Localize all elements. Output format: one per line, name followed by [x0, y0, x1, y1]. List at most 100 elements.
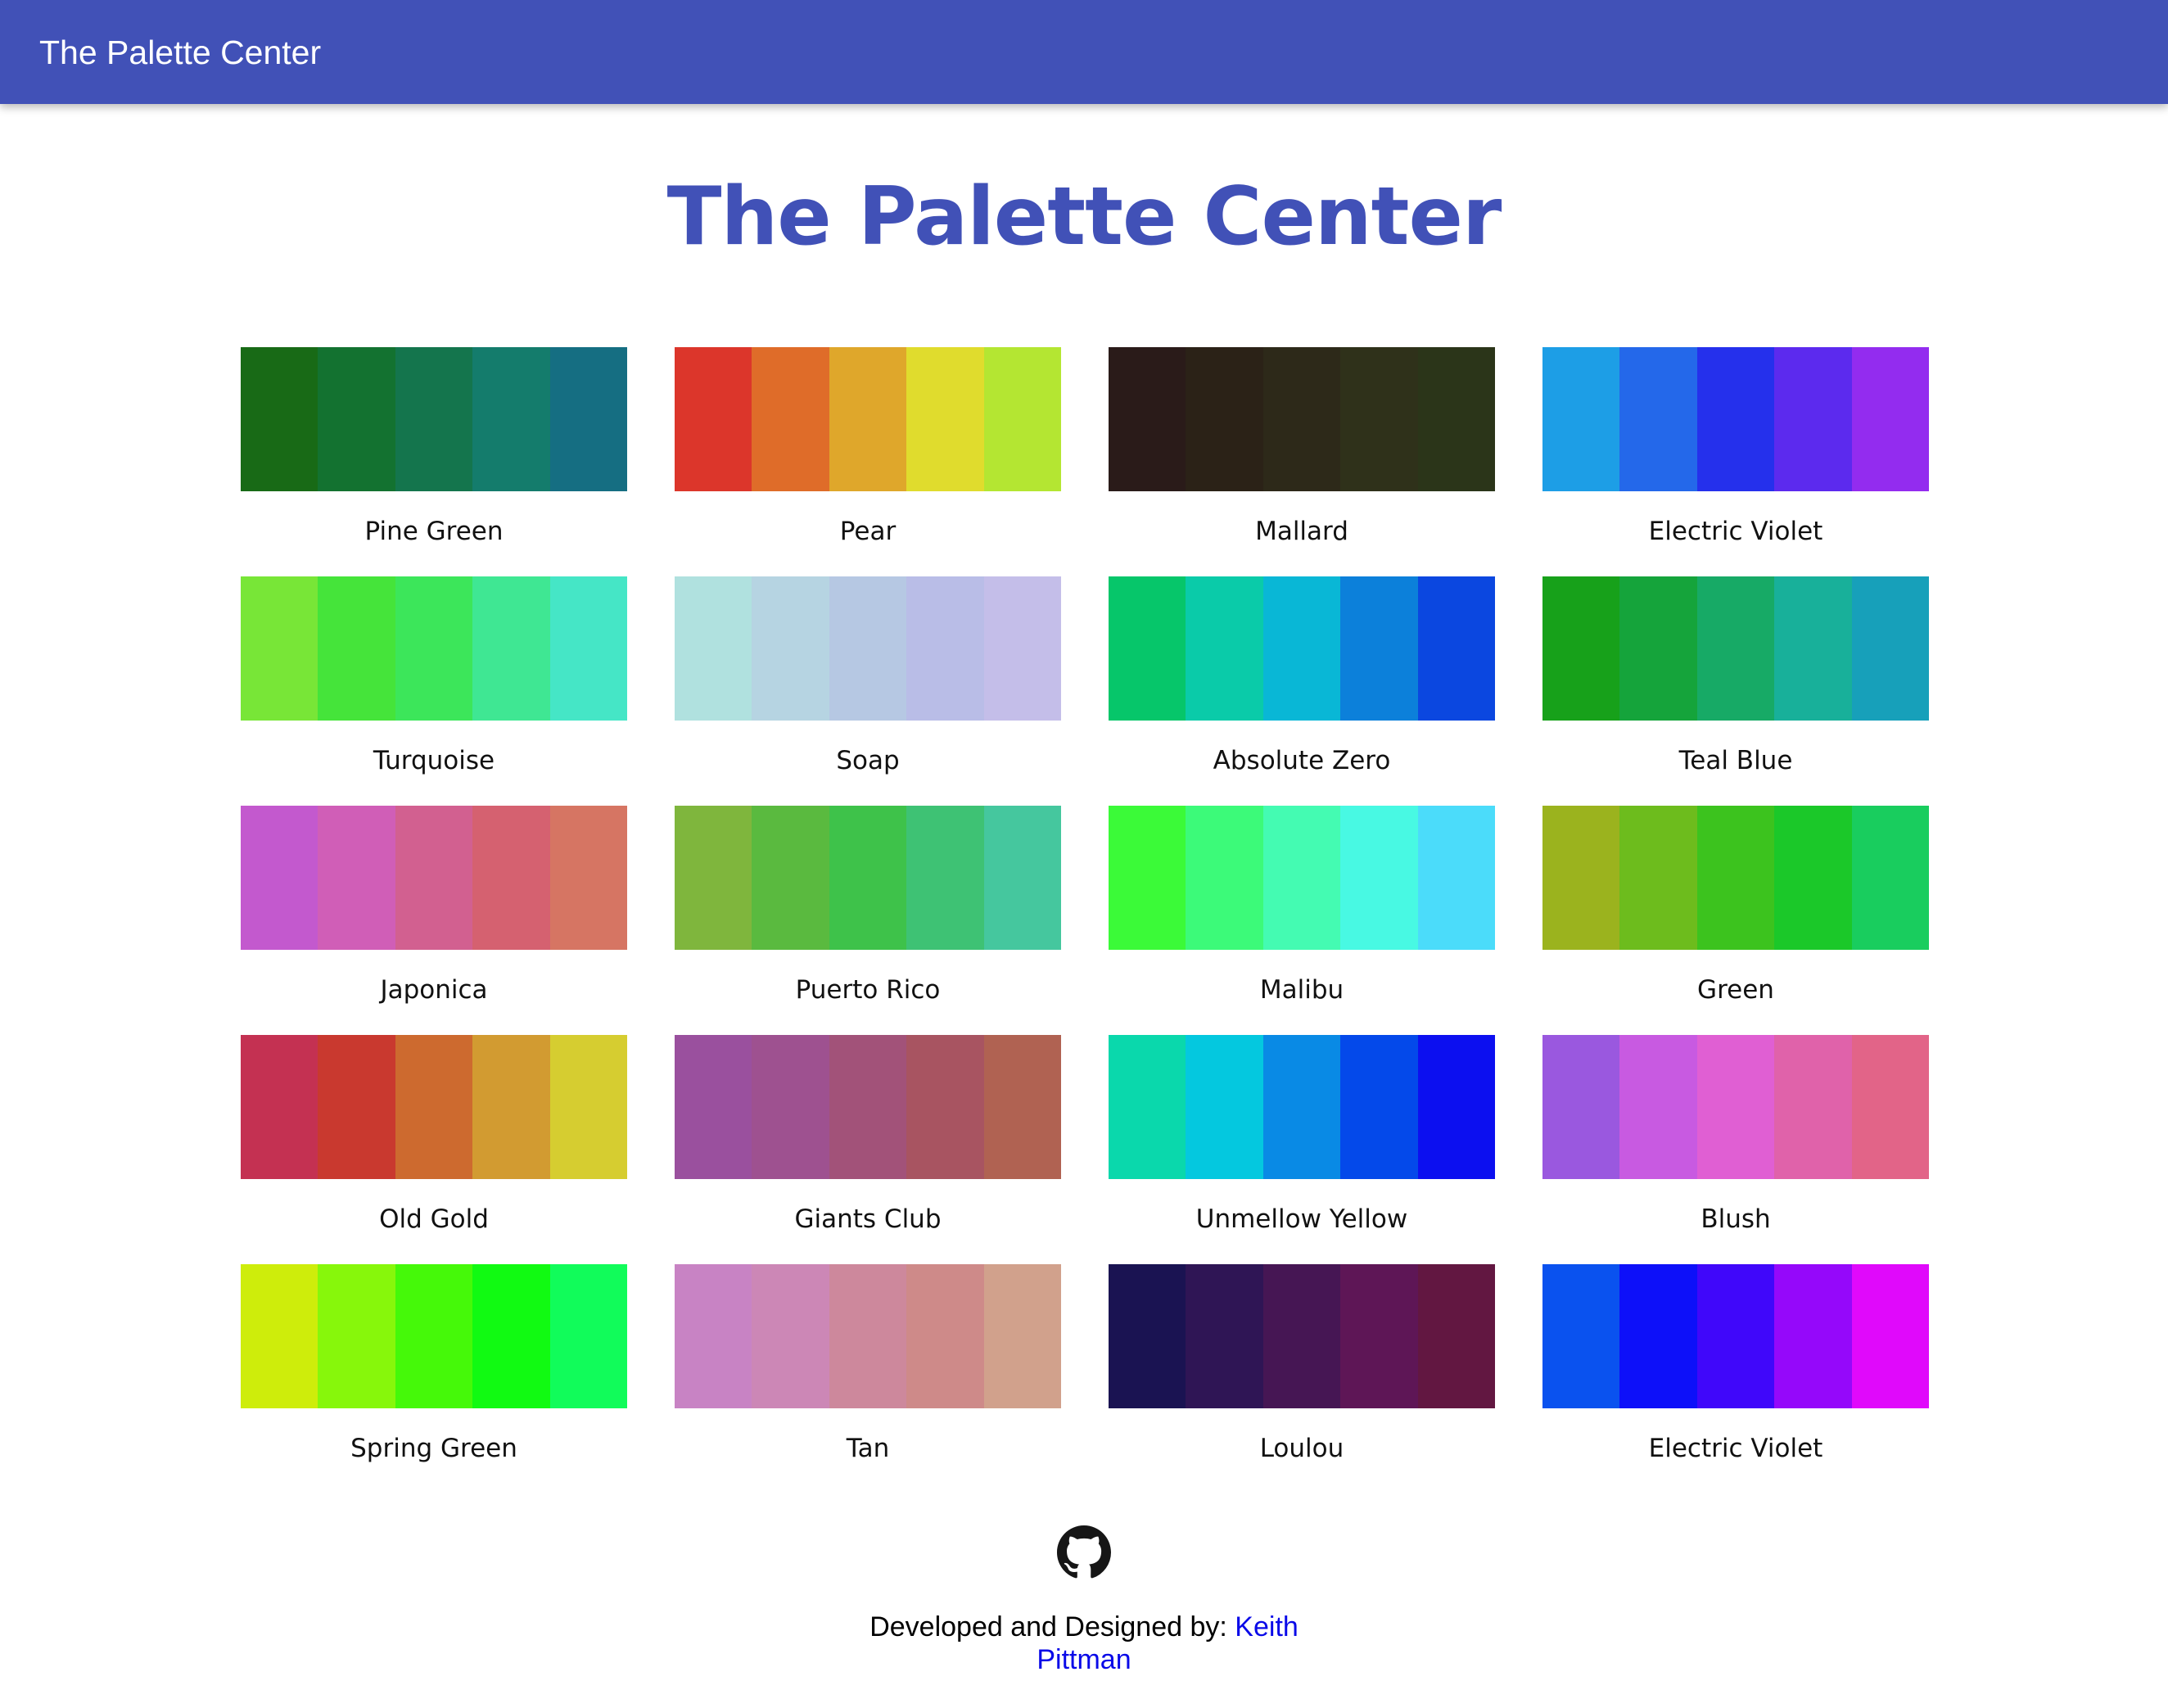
palette-swatches — [1542, 1035, 1930, 1179]
color-swatch-3 — [1262, 1035, 1341, 1179]
palette-swatches — [1109, 1035, 1496, 1179]
palette-swatches — [1109, 806, 1496, 950]
color-swatch-2 — [1619, 347, 1697, 491]
palette-card[interactable]: Loulou — [1109, 1264, 1496, 1493]
color-swatch-1 — [1109, 347, 1186, 491]
color-swatch-5 — [1851, 576, 1930, 721]
color-swatch-5 — [983, 347, 1062, 491]
palette-card[interactable]: Electric Violet — [1542, 1264, 1930, 1493]
palette-swatches — [241, 576, 628, 721]
color-swatch-5 — [1417, 1264, 1496, 1408]
palette-card[interactable]: Malibu — [1109, 806, 1496, 1035]
palette-card[interactable]: Teal Blue — [1542, 576, 1930, 806]
color-swatch-4 — [472, 576, 550, 721]
palette-swatches — [1542, 806, 1930, 950]
color-swatch-1 — [1542, 806, 1620, 950]
color-swatch-2 — [752, 1264, 829, 1408]
palette-name: Pear — [839, 517, 897, 546]
palette-card[interactable]: Japonica — [241, 806, 628, 1035]
palette-card[interactable]: Green — [1542, 806, 1930, 1035]
palette-swatches — [675, 576, 1062, 721]
color-swatch-5 — [549, 576, 628, 721]
color-swatch-3 — [829, 347, 907, 491]
app-bar-title[interactable]: The Palette Center — [39, 28, 321, 77]
palette-card[interactable]: Turquoise — [241, 576, 628, 806]
palette-swatches — [1542, 1264, 1930, 1408]
palette-swatches — [675, 347, 1062, 491]
color-swatch-5 — [549, 1264, 628, 1408]
color-swatch-3 — [829, 1264, 907, 1408]
palette-name: Tan — [846, 1434, 890, 1463]
color-swatch-5 — [1851, 1035, 1930, 1179]
palette-name: Unmellow Yellow — [1195, 1204, 1408, 1234]
palette-card[interactable]: Pine Green — [241, 347, 628, 576]
color-swatch-3 — [395, 576, 473, 721]
palette-swatches — [241, 1035, 628, 1179]
palette-card[interactable]: Unmellow Yellow — [1109, 1035, 1496, 1264]
color-swatch-3 — [1696, 806, 1775, 950]
color-swatch-2 — [1186, 1035, 1263, 1179]
palette-name: Electric Violet — [1648, 1434, 1823, 1463]
color-swatch-1 — [241, 1264, 318, 1408]
color-swatch-2 — [1186, 347, 1263, 491]
palette-card[interactable]: Tan — [675, 1264, 1062, 1493]
palette-card[interactable]: Electric Violet — [1542, 347, 1930, 576]
color-swatch-2 — [318, 806, 395, 950]
color-swatch-4 — [1340, 1264, 1418, 1408]
color-swatch-4 — [906, 806, 984, 950]
palette-card[interactable]: Absolute Zero — [1109, 576, 1496, 806]
color-swatch-4 — [1340, 806, 1418, 950]
footer-credit: Developed and Designed by: Keith Pittman — [838, 1611, 1330, 1676]
color-swatch-2 — [752, 806, 829, 950]
color-swatch-2 — [752, 347, 829, 491]
palette-name: Loulou — [1259, 1434, 1344, 1463]
color-swatch-1 — [1109, 1035, 1186, 1179]
palette-name: Giants Club — [794, 1204, 942, 1234]
palette-card[interactable]: Blush — [1542, 1035, 1930, 1264]
palette-name: Puerto Rico — [795, 975, 941, 1005]
color-swatch-2 — [1619, 806, 1697, 950]
color-swatch-3 — [829, 576, 907, 721]
palette-swatches — [241, 1264, 628, 1408]
palette-swatches — [675, 806, 1062, 950]
palette-card[interactable]: Soap — [675, 576, 1062, 806]
color-swatch-4 — [1340, 576, 1418, 721]
palette-name: Blush — [1701, 1204, 1771, 1234]
color-swatch-2 — [318, 576, 395, 721]
github-icon[interactable] — [1057, 1525, 1111, 1579]
color-swatch-2 — [318, 347, 395, 491]
palette-name: Old Gold — [379, 1204, 489, 1234]
palette-name: Green — [1697, 975, 1774, 1005]
color-swatch-4 — [906, 576, 984, 721]
palette-swatches — [1109, 1264, 1496, 1408]
footer-credit-prefix: Developed and Designed by: — [869, 1611, 1235, 1642]
color-swatch-3 — [829, 806, 907, 950]
color-swatch-3 — [395, 1264, 473, 1408]
color-swatch-4 — [1774, 576, 1852, 721]
color-swatch-1 — [241, 347, 318, 491]
color-swatch-4 — [472, 1264, 550, 1408]
color-swatch-2 — [752, 1035, 829, 1179]
palette-name: Spring Green — [350, 1434, 517, 1463]
color-swatch-4 — [1774, 347, 1852, 491]
color-swatch-5 — [983, 1264, 1062, 1408]
color-swatch-3 — [395, 806, 473, 950]
palette-card[interactable]: Old Gold — [241, 1035, 628, 1264]
palette-card[interactable]: Spring Green — [241, 1264, 628, 1493]
palette-name: Japonica — [380, 975, 488, 1005]
palette-card[interactable]: Giants Club — [675, 1035, 1062, 1264]
palette-card[interactable]: Mallard — [1109, 347, 1496, 576]
color-swatch-1 — [675, 1264, 752, 1408]
palette-card[interactable]: Puerto Rico — [675, 806, 1062, 1035]
color-swatch-3 — [1262, 1264, 1341, 1408]
palette-name: Electric Violet — [1648, 517, 1823, 546]
palette-name: Turquoise — [373, 746, 495, 775]
color-swatch-3 — [829, 1035, 907, 1179]
color-swatch-2 — [1186, 1264, 1263, 1408]
palette-card[interactable]: Pear — [675, 347, 1062, 576]
color-swatch-4 — [1340, 347, 1418, 491]
color-swatch-1 — [241, 806, 318, 950]
color-swatch-5 — [1417, 576, 1496, 721]
color-swatch-4 — [906, 1035, 984, 1179]
color-swatch-1 — [1109, 1264, 1186, 1408]
